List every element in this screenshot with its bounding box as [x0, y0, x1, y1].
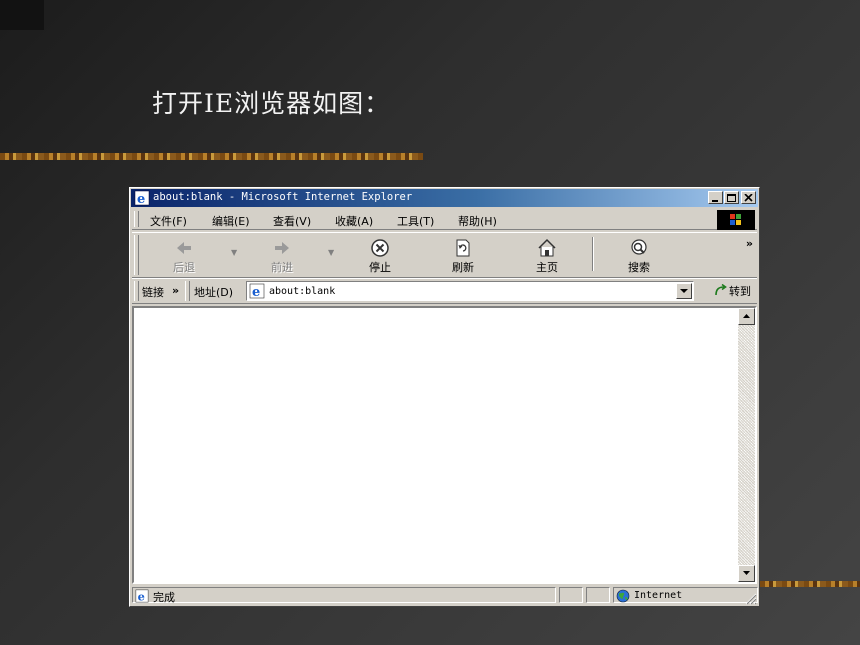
refresh-label: 刷新	[452, 261, 474, 274]
go-arrow-icon	[715, 283, 727, 296]
stop-icon	[371, 239, 389, 257]
window-title: about:blank - Microsoft Internet Explore…	[153, 191, 413, 203]
status-zone-pane: Internet	[613, 587, 758, 603]
svg-text:e: e	[137, 192, 145, 206]
back-dropdown-icon[interactable]: ▼	[231, 248, 237, 257]
close-button[interactable]	[741, 191, 756, 204]
menubar-grip[interactable]	[134, 211, 139, 227]
vertical-scrollbar[interactable]	[738, 308, 755, 582]
address-input[interactable]	[269, 283, 669, 299]
back-button[interactable]: 后退	[164, 238, 204, 275]
back-arrow-icon	[177, 242, 191, 254]
address-grip[interactable]	[185, 281, 190, 301]
resize-grip-icon[interactable]	[743, 591, 757, 605]
stop-button[interactable]: 停止	[360, 238, 400, 275]
standard-toolbar: 后退 ▼ 前进 ▼ 停止 刷新 主页 搜索 »	[132, 232, 757, 278]
menu-edit[interactable]: 编辑(E)	[212, 213, 250, 229]
toolbar-more-chevron[interactable]: »	[746, 237, 753, 250]
globe-icon	[616, 589, 630, 603]
svg-text:e: e	[138, 589, 145, 603]
menu-favorites[interactable]: 收藏(A)	[335, 213, 373, 229]
search-icon	[631, 239, 647, 255]
forward-label: 前进	[271, 261, 293, 274]
forward-dropdown-icon[interactable]: ▼	[328, 248, 334, 257]
page-done-icon: e	[135, 589, 149, 603]
ie-window: e about:blank - Microsoft Internet Explo…	[129, 187, 760, 607]
ie-logo-icon: e	[134, 190, 150, 206]
status-main-pane: e 完成	[132, 587, 556, 604]
slide-title: 打开IE浏览器如图：	[152, 89, 391, 118]
refresh-icon	[456, 239, 470, 257]
menu-file[interactable]: 文件(F)	[150, 213, 187, 229]
scroll-down-button[interactable]	[738, 565, 755, 582]
menu-view[interactable]: 查看(V)	[273, 213, 311, 229]
toolbar-separator	[592, 237, 594, 271]
refresh-button[interactable]: 刷新	[443, 238, 483, 275]
address-field[interactable]: e	[246, 281, 694, 301]
minimize-icon	[712, 200, 718, 202]
home-button[interactable]: 主页	[527, 238, 567, 275]
maximize-icon	[727, 194, 736, 202]
status-pane-security	[586, 587, 610, 603]
home-icon	[538, 238, 556, 257]
links-chevron[interactable]: »	[172, 284, 179, 297]
forward-arrow-icon	[275, 242, 289, 254]
decorative-stripe-top	[0, 153, 423, 160]
forward-button[interactable]: 前进	[262, 238, 302, 275]
corner-decoration	[0, 0, 44, 30]
address-label: 地址(D)	[194, 286, 234, 299]
menu-tools[interactable]: 工具(T)	[397, 213, 434, 229]
maximize-button[interactable]	[724, 191, 739, 204]
home-label: 主页	[536, 261, 558, 274]
page-content-area[interactable]	[132, 306, 757, 584]
minimize-button[interactable]	[708, 191, 723, 204]
toolbar-grip[interactable]	[134, 235, 139, 275]
page-icon: e	[249, 283, 265, 299]
windows-flag-icon	[730, 214, 741, 225]
scroll-up-button[interactable]	[738, 308, 755, 325]
go-label: 转到	[729, 285, 751, 298]
zone-text: Internet	[634, 590, 683, 601]
svg-text:e: e	[252, 285, 260, 299]
go-button[interactable]: 转到	[714, 283, 751, 299]
address-bar: 链接 » 地址(D) e 转到	[132, 278, 757, 304]
menu-help[interactable]: 帮助(H)	[458, 213, 497, 229]
status-bar: e 完成 Internet	[132, 586, 758, 605]
links-button[interactable]: 链接	[142, 284, 164, 300]
chevron-down-icon	[680, 289, 688, 293]
back-label: 后退	[173, 261, 195, 274]
decorative-stripe-right	[760, 581, 860, 587]
search-button[interactable]: 搜索	[619, 238, 659, 275]
title-bar[interactable]: e about:blank - Microsoft Internet Explo…	[131, 189, 758, 207]
close-icon	[744, 194, 753, 202]
stop-label: 停止	[369, 261, 391, 274]
status-pane-progress	[559, 587, 583, 603]
menu-bar: 文件(F) 编辑(E) 查看(V) 收藏(A) 工具(T) 帮助(H)	[132, 209, 757, 230]
status-text: 完成	[153, 591, 175, 604]
search-label: 搜索	[628, 261, 650, 274]
scroll-down-icon	[743, 571, 750, 575]
scroll-up-icon	[743, 314, 750, 318]
links-grip[interactable]	[134, 281, 139, 301]
windows-logo	[717, 210, 755, 230]
address-dropdown-button[interactable]	[676, 283, 692, 299]
